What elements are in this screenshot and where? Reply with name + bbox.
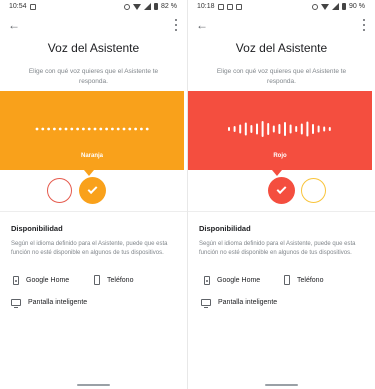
wave-bar [228,127,230,131]
wave-bar [278,124,281,134]
status-bar: 10:54 82 % [0,0,187,14]
alarm-icon [312,3,319,10]
notification-icon [29,3,36,10]
wave-dot [134,127,138,131]
wave-dot [93,127,97,131]
wave-dot [105,127,108,131]
wave-dot [58,127,62,131]
wave-bar [284,122,286,136]
more-options-icon[interactable] [174,19,178,31]
page-subtitle: Elige con qué voz quieres que el Asisten… [28,68,159,85]
wave-bar [289,124,292,134]
voice-color-label: Naranja [80,153,103,159]
phone-icon [94,275,100,285]
wave-bar [239,124,242,134]
voice-color-picker [188,176,375,204]
device-google-home: Google Home [13,276,69,285]
speaker-icon [204,276,210,285]
wave-bar [250,125,253,133]
wave-dot [82,127,85,131]
checkmark-icon [87,184,98,195]
page-title: Voz del Asistente [235,41,328,55]
device-smart-display: Pantalla inteligente [201,299,277,308]
voice-color-picker [0,176,187,204]
wifi-icon [321,3,330,10]
back-arrow-icon[interactable]: ← [196,18,208,32]
battery-icon [154,3,159,10]
wave-dot [116,127,120,131]
divider [0,211,187,212]
wave-dot [70,127,74,131]
wave-bar [233,126,236,132]
notification-icon [226,3,233,10]
wave-bar [317,125,320,133]
wave-bar [312,124,314,134]
wave-bar [272,125,275,133]
device-google-home: Google Home [204,276,260,285]
device-phone: Teléfono [284,275,323,285]
availability-title: Disponibilidad [11,224,63,233]
wave-bar [300,123,303,135]
device-smart-display: Pantalla inteligente [11,299,87,308]
battery-percent: 90 % [349,3,365,10]
page-subtitle: Elige con qué voz quieres que el Asisten… [216,68,347,85]
wave-dot [41,127,45,131]
battery-percent: 82 % [161,3,177,10]
battery-icon [342,3,347,10]
voice-color-band: Naranja [0,91,184,170]
wave-dot [64,127,68,131]
back-arrow-icon[interactable]: ← [8,18,20,32]
availability-description: Según el idioma definido para el Asisten… [199,241,356,256]
wave-bar [256,123,258,135]
wave-bar [295,126,298,132]
smart-display-icon [11,299,21,308]
screen-rojo: 10:18 90 % ← Voz del Asistente Elige con… [188,0,375,389]
availability-title: Disponibilidad [199,224,251,233]
wave-dot [35,127,39,131]
wave-dot [47,127,50,131]
gesture-nav-bar[interactable] [77,384,110,386]
wave-dot [111,127,114,131]
wifi-icon [133,3,142,10]
status-bar: 10:18 90 % [188,0,375,14]
alarm-icon [124,3,131,10]
wave-dot [140,127,143,131]
divider [188,211,375,212]
checkmark-icon [276,184,287,195]
smart-display-icon [201,299,211,308]
wave-bar [306,121,309,137]
gesture-nav-bar[interactable] [265,384,298,386]
wave-dot [145,127,149,131]
wave-dot [87,127,91,131]
wave-dot [53,127,56,131]
status-time: 10:54 [9,3,27,10]
wave-bar [328,127,331,131]
voice-option-red-selected[interactable] [268,177,295,204]
voice-option-orange-selected[interactable] [79,177,106,204]
wave-dot [122,127,126,131]
phone-icon [284,275,290,285]
signal-icon [332,3,340,10]
notification-icon [235,3,242,10]
status-time: 10:18 [197,3,215,10]
voice-color-band: Rojo [188,91,372,170]
wave-dot [99,127,103,131]
wave-dot [128,127,132,131]
wave-bar [244,122,247,136]
screen-naranja: 10:54 82 % ← Voz del Asistente Elige con… [0,0,187,389]
wave-bar [261,121,264,137]
voice-option-red[interactable] [47,178,72,203]
wave-bar [267,123,270,135]
voice-color-label: Rojo [273,153,287,159]
availability-description: Según el idioma definido para el Asisten… [11,241,168,256]
wave-bar [323,126,326,132]
notification-icon [217,3,224,10]
device-phone: Teléfono [94,275,133,285]
page-title: Voz del Asistente [47,41,140,55]
speaker-icon [13,276,19,285]
wave-dot [76,127,79,131]
more-options-icon[interactable] [362,19,366,31]
voice-option-yellow[interactable] [301,178,326,203]
signal-icon [144,3,152,10]
